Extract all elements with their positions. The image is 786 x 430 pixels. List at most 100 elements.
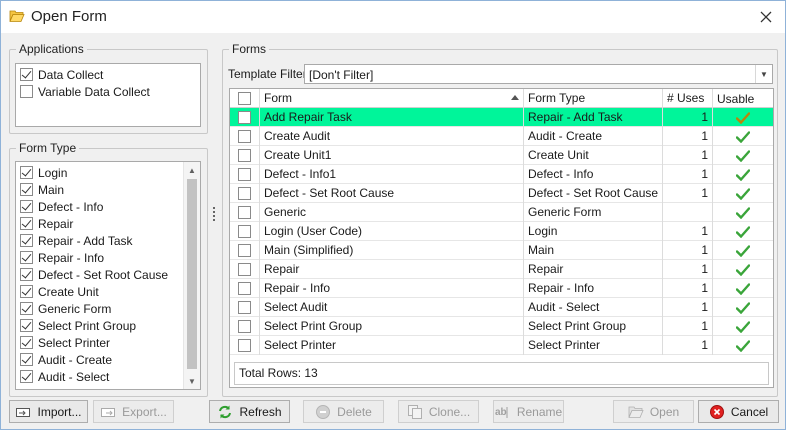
row-checkbox[interactable] [238, 301, 251, 314]
row-select-cell[interactable] [230, 108, 260, 127]
uses-cell[interactable]: 1 [663, 184, 713, 203]
form-type-cell[interactable]: Defect - Set Root Cause [524, 184, 663, 203]
scroll-thumb[interactable] [187, 179, 197, 369]
application-item-data-collect[interactable]: Data Collect [16, 66, 200, 83]
form-type-checkbox[interactable] [20, 251, 33, 264]
table-row[interactable]: Main (Simplified) Main 1 [230, 241, 773, 260]
select-all-cell[interactable] [230, 89, 260, 108]
form-type-item[interactable]: Main [16, 181, 200, 198]
usable-cell[interactable] [713, 203, 773, 222]
table-row[interactable]: Create Audit Audit - Create 1 [230, 127, 773, 146]
table-row[interactable]: Repair Repair 1 [230, 260, 773, 279]
usable-cell[interactable] [713, 108, 773, 127]
uses-cell[interactable]: 1 [663, 146, 713, 165]
form-type-checkbox[interactable] [20, 166, 33, 179]
row-checkbox[interactable] [238, 187, 251, 200]
scroll-down-icon[interactable]: ▼ [184, 373, 200, 389]
form-name-cell[interactable]: Add Repair Task [260, 108, 524, 127]
form-name-cell[interactable]: Select Print Group [260, 317, 524, 336]
column-header-usable[interactable]: Usable [713, 89, 773, 108]
uses-cell[interactable]: 1 [663, 336, 713, 355]
form-type-checkbox[interactable] [20, 336, 33, 349]
form-name-cell[interactable]: Repair [260, 260, 524, 279]
form-type-item[interactable]: Select Printer [16, 334, 200, 351]
table-row[interactable]: Add Repair Task Repair - Add Task 1 [230, 108, 773, 127]
table-row[interactable]: Login (User Code) Login 1 [230, 222, 773, 241]
application-item-variable-data-collect[interactable]: Variable Data Collect [16, 83, 200, 100]
form-type-checkbox[interactable] [20, 200, 33, 213]
form-type-item[interactable]: Defect - Set Root Cause [16, 266, 200, 283]
form-name-cell[interactable]: Login (User Code) [260, 222, 524, 241]
scroll-up-icon[interactable]: ▲ [184, 162, 200, 178]
column-header-form[interactable]: Form [260, 89, 524, 108]
row-checkbox[interactable] [238, 225, 251, 238]
template-filter-combo[interactable]: [Don't Filter] ▼ [304, 64, 773, 84]
form-type-cell[interactable]: Generic Form [524, 203, 663, 222]
row-checkbox[interactable] [238, 282, 251, 295]
cancel-button[interactable]: Cancel [698, 400, 779, 423]
form-type-cell[interactable]: Main [524, 241, 663, 260]
form-name-cell[interactable]: Repair - Info [260, 279, 524, 298]
form-type-item[interactable]: Audit - Create [16, 351, 200, 368]
open-button[interactable]: Open [613, 400, 694, 423]
form-name-cell[interactable]: Defect - Info1 [260, 165, 524, 184]
usable-cell[interactable] [713, 165, 773, 184]
usable-cell[interactable] [713, 184, 773, 203]
column-header-form-type[interactable]: Form Type [524, 89, 663, 108]
export-button[interactable]: Export... [93, 400, 174, 423]
row-select-cell[interactable] [230, 146, 260, 165]
form-name-cell[interactable]: Defect - Set Root Cause [260, 184, 524, 203]
row-select-cell[interactable] [230, 241, 260, 260]
form-name-cell[interactable]: Generic [260, 203, 524, 222]
row-checkbox[interactable] [238, 244, 251, 257]
delete-button[interactable]: Delete [303, 400, 384, 423]
rename-button[interactable]: ab Rename [493, 400, 564, 423]
uses-cell[interactable]: 1 [663, 260, 713, 279]
row-checkbox[interactable] [238, 206, 251, 219]
usable-cell[interactable] [713, 222, 773, 241]
form-name-cell[interactable]: Select Printer [260, 336, 524, 355]
form-type-cell[interactable]: Repair [524, 260, 663, 279]
uses-cell[interactable]: 1 [663, 298, 713, 317]
form-name-cell[interactable]: Create Audit [260, 127, 524, 146]
form-name-cell[interactable]: Select Audit [260, 298, 524, 317]
chevron-down-icon[interactable]: ▼ [755, 65, 772, 83]
form-type-checkbox[interactable] [20, 234, 33, 247]
form-type-item[interactable]: Create Unit [16, 283, 200, 300]
row-select-cell[interactable] [230, 279, 260, 298]
row-select-cell[interactable] [230, 165, 260, 184]
refresh-button[interactable]: Refresh [209, 400, 290, 423]
uses-cell[interactable]: 1 [663, 165, 713, 184]
form-type-checkbox[interactable] [20, 183, 33, 196]
form-type-cell[interactable]: Select Printer [524, 336, 663, 355]
table-row[interactable]: Repair - Info Repair - Info 1 [230, 279, 773, 298]
form-type-checkbox[interactable] [20, 268, 33, 281]
table-row[interactable]: Select Print Group Select Print Group 1 [230, 317, 773, 336]
form-name-cell[interactable]: Main (Simplified) [260, 241, 524, 260]
application-checkbox-data-collect[interactable] [20, 68, 33, 81]
form-type-item[interactable]: Select Print Group [16, 317, 200, 334]
close-button[interactable] [755, 6, 777, 28]
form-type-checkbox[interactable] [20, 319, 33, 332]
form-type-item[interactable]: Repair - Add Task [16, 232, 200, 249]
table-row[interactable]: Defect - Set Root Cause Defect - Set Root… [230, 184, 773, 203]
select-all-checkbox[interactable] [238, 92, 251, 105]
table-row[interactable]: Create Unit1 Create Unit 1 [230, 146, 773, 165]
uses-cell[interactable]: 1 [663, 222, 713, 241]
usable-cell[interactable] [713, 127, 773, 146]
form-type-cell[interactable]: Repair - Info [524, 279, 663, 298]
form-type-cell[interactable]: Audit - Create [524, 127, 663, 146]
row-checkbox[interactable] [238, 111, 251, 124]
uses-cell[interactable]: 1 [663, 241, 713, 260]
usable-cell[interactable] [713, 146, 773, 165]
form-type-item[interactable]: Repair - Info [16, 249, 200, 266]
uses-cell[interactable]: 1 [663, 127, 713, 146]
form-type-item[interactable]: Login [16, 164, 200, 181]
form-type-cell[interactable]: Defect - Info [524, 165, 663, 184]
form-type-item[interactable]: Generic Form [16, 300, 200, 317]
form-type-cell[interactable]: Create Unit [524, 146, 663, 165]
usable-cell[interactable] [713, 279, 773, 298]
table-row[interactable]: Generic Generic Form [230, 203, 773, 222]
usable-cell[interactable] [713, 241, 773, 260]
uses-cell[interactable] [663, 203, 713, 222]
